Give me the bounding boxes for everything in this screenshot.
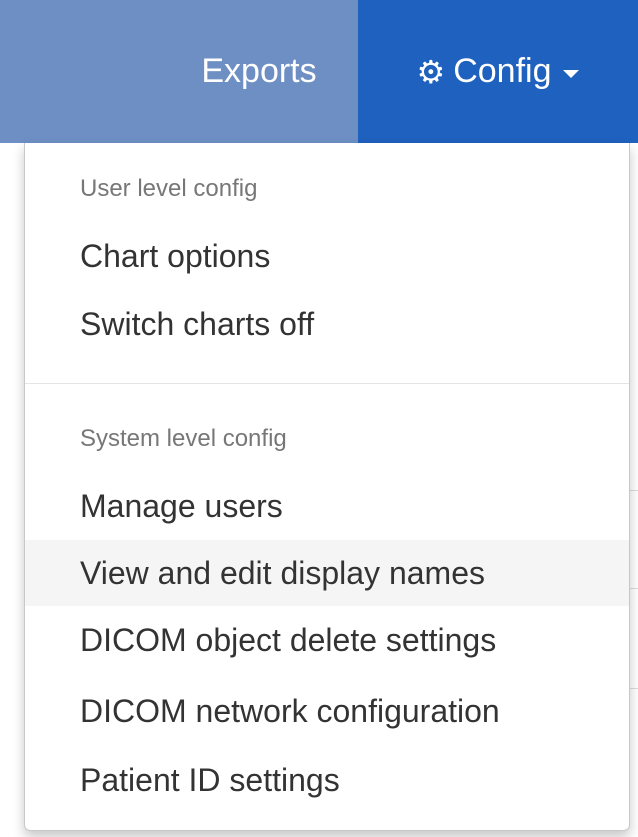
menu-item-dicom-object-delete-settings[interactable]: DICOM object delete settings: [25, 607, 629, 673]
system-level-config-header: System level config: [80, 425, 287, 452]
menu-item-manage-users[interactable]: Manage users: [25, 473, 629, 539]
nav-exports-label: Exports: [201, 52, 317, 90]
menu-item-switch-charts-off[interactable]: Switch charts off: [25, 291, 629, 357]
nav-reports-dropdown[interactable]: orts: [0, 0, 160, 143]
nav-config-label: Config: [453, 52, 552, 90]
menu-item-view-edit-display-names[interactable]: View and edit display names: [25, 540, 629, 606]
nav-exports-link[interactable]: Exports: [160, 0, 358, 143]
user-level-config-header: User level config: [80, 175, 258, 202]
menu-item-dicom-network-configuration[interactable]: DICOM network configuration: [25, 678, 629, 744]
gear-icon: ⚙: [416, 53, 446, 90]
menu-item-patient-id-settings[interactable]: Patient ID settings: [25, 747, 629, 813]
caret-down-icon: [563, 69, 580, 78]
menu-divider: [25, 383, 629, 384]
menu-item-chart-options[interactable]: Chart options: [25, 223, 629, 289]
nav-config-dropdown[interactable]: ⚙ Config: [358, 0, 638, 143]
config-dropdown-menu: User level config Chart options Switch c…: [24, 143, 630, 831]
navbar: orts Exports ⚙ Config: [0, 0, 638, 143]
